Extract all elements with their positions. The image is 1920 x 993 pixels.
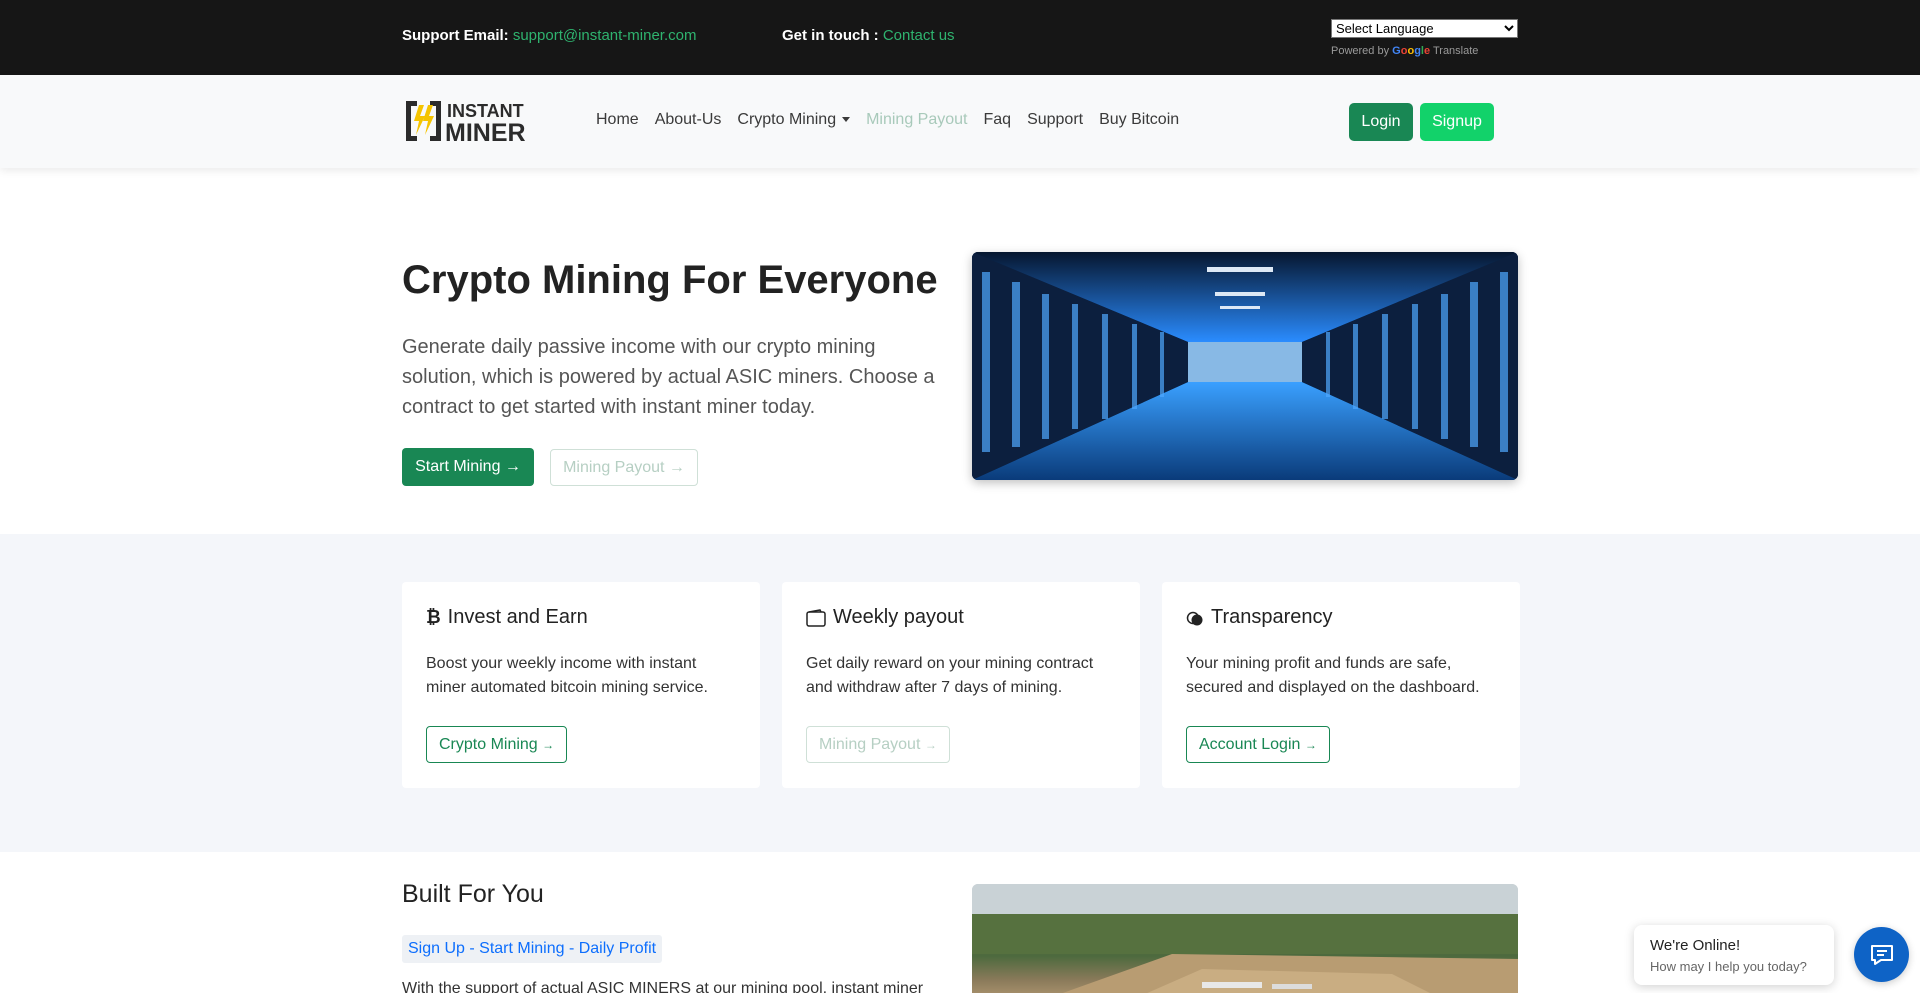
nav-crypto-mining-dropdown[interactable]: Crypto Mining — [737, 111, 851, 129]
instant-miner-logo[interactable]: INSTANT MINER — [403, 97, 553, 145]
arrow-right-icon: → — [542, 737, 555, 752]
nav-mining-payout[interactable]: Mining Payout — [866, 111, 967, 129]
logo-text-line1: INSTANT — [447, 101, 524, 121]
get-in-touch-info: Get in touch : Contact us — [782, 27, 955, 44]
chat-icon — [1870, 944, 1893, 965]
chat-open-button[interactable] — [1854, 927, 1909, 982]
hero-title: Crypto Mining For Everyone — [402, 258, 938, 302]
feature-card-invest: ₿ Invest and Earn Boost your weekly inco… — [402, 582, 760, 788]
language-select[interactable]: Select Language — [1331, 19, 1518, 38]
chat-help-prompt: How may I help you today? — [1650, 959, 1807, 974]
nav-faq[interactable]: Faq — [983, 111, 1011, 129]
hero-description: Generate daily passive income with our c… — [402, 336, 935, 418]
top-bar: Support Email: support@instant-miner.com… — [0, 0, 1920, 75]
arrow-right-icon: → — [924, 737, 937, 752]
server-room-illustration — [972, 252, 1518, 480]
arrow-right-icon: → — [1304, 737, 1317, 752]
mining-payout-button[interactable]: Mining Payout → — [550, 449, 698, 486]
google-translate-credit: Powered by Google Translate — [1331, 45, 1478, 57]
navbar: INSTANT MINER Home About-Us Crypto Minin… — [0, 75, 1920, 168]
account-login-button-label: Account Login — [1199, 735, 1301, 753]
chat-greeting-bubble[interactable]: We're Online! How may I help you today? — [1634, 925, 1834, 985]
powered-by-label: Powered by — [1331, 45, 1390, 57]
main-nav: Home About-Us Crypto Mining Mining Payou… — [596, 111, 1195, 129]
signup-steps-badge: Sign Up - Start Mining - Daily Profit — [402, 935, 663, 963]
get-in-touch-label: Get in touch : — [782, 27, 879, 44]
mining-payout-button-label: Mining Payout — [819, 735, 921, 753]
nav-buy-bitcoin[interactable]: Buy Bitcoin — [1099, 111, 1179, 129]
feature-card-text: Boost your weekly income with instant mi… — [426, 655, 708, 696]
crypto-mining-button[interactable]: Crypto Mining → — [426, 726, 568, 763]
mining-payout-card-button[interactable]: Mining Payout → — [806, 726, 950, 763]
feature-card-title: Weekly payout — [806, 606, 964, 629]
feature-card-text: Get daily reward on your mining contract… — [806, 655, 1094, 696]
mining-farm-aerial-image — [972, 884, 1518, 993]
data-center-image — [972, 252, 1518, 480]
nav-support[interactable]: Support — [1027, 111, 1083, 129]
wallet-icon — [806, 608, 826, 627]
bitcoin-icon: ₿ — [426, 607, 441, 627]
support-email-label: Support Email: — [402, 27, 509, 44]
feature-card-transparency: Transparency Your mining profit and fund… — [1162, 582, 1520, 788]
built-for-you-text: With the support of actual ASIC MINERS a… — [402, 980, 924, 993]
crypto-mining-button-label: Crypto Mining — [439, 735, 538, 753]
feature-card-title: Transparency — [1186, 606, 1333, 629]
account-login-button[interactable]: Account Login → — [1186, 726, 1330, 763]
nav-crypto-mining-label: Crypto Mining — [737, 111, 837, 128]
translate-link[interactable]: Translate — [1433, 45, 1478, 57]
coins-icon — [1186, 611, 1203, 625]
support-email-info: Support Email: support@instant-miner.com — [402, 27, 696, 44]
feature-card-weekly-payout: Weekly payout Get daily reward on your m… — [782, 582, 1140, 788]
login-button[interactable]: Login — [1349, 103, 1413, 141]
nav-home[interactable]: Home — [596, 111, 639, 129]
chat-online-status: We're Online! — [1650, 937, 1741, 954]
google-logo: Google — [1392, 45, 1431, 57]
feature-card-title-text: Invest and Earn — [447, 606, 588, 628]
logo-text-line2: MINER — [445, 119, 526, 145]
chevron-down-icon — [842, 117, 851, 122]
aerial-landscape-illustration — [972, 884, 1518, 993]
nav-about-us[interactable]: About-Us — [655, 111, 722, 129]
signup-button[interactable]: Signup — [1420, 103, 1494, 141]
feature-card-text: Your mining profit and funds are safe, s… — [1186, 655, 1480, 696]
feature-card-title-text: Weekly payout — [833, 606, 964, 628]
support-email-link[interactable]: support@instant-miner.com — [513, 27, 697, 44]
start-mining-button[interactable]: Start Mining → — [402, 448, 534, 486]
feature-card-title-text: Transparency — [1211, 606, 1333, 628]
built-for-you-heading: Built For You — [402, 880, 544, 908]
feature-card-title: ₿ Invest and Earn — [426, 606, 588, 629]
contact-us-link[interactable]: Contact us — [883, 27, 955, 44]
